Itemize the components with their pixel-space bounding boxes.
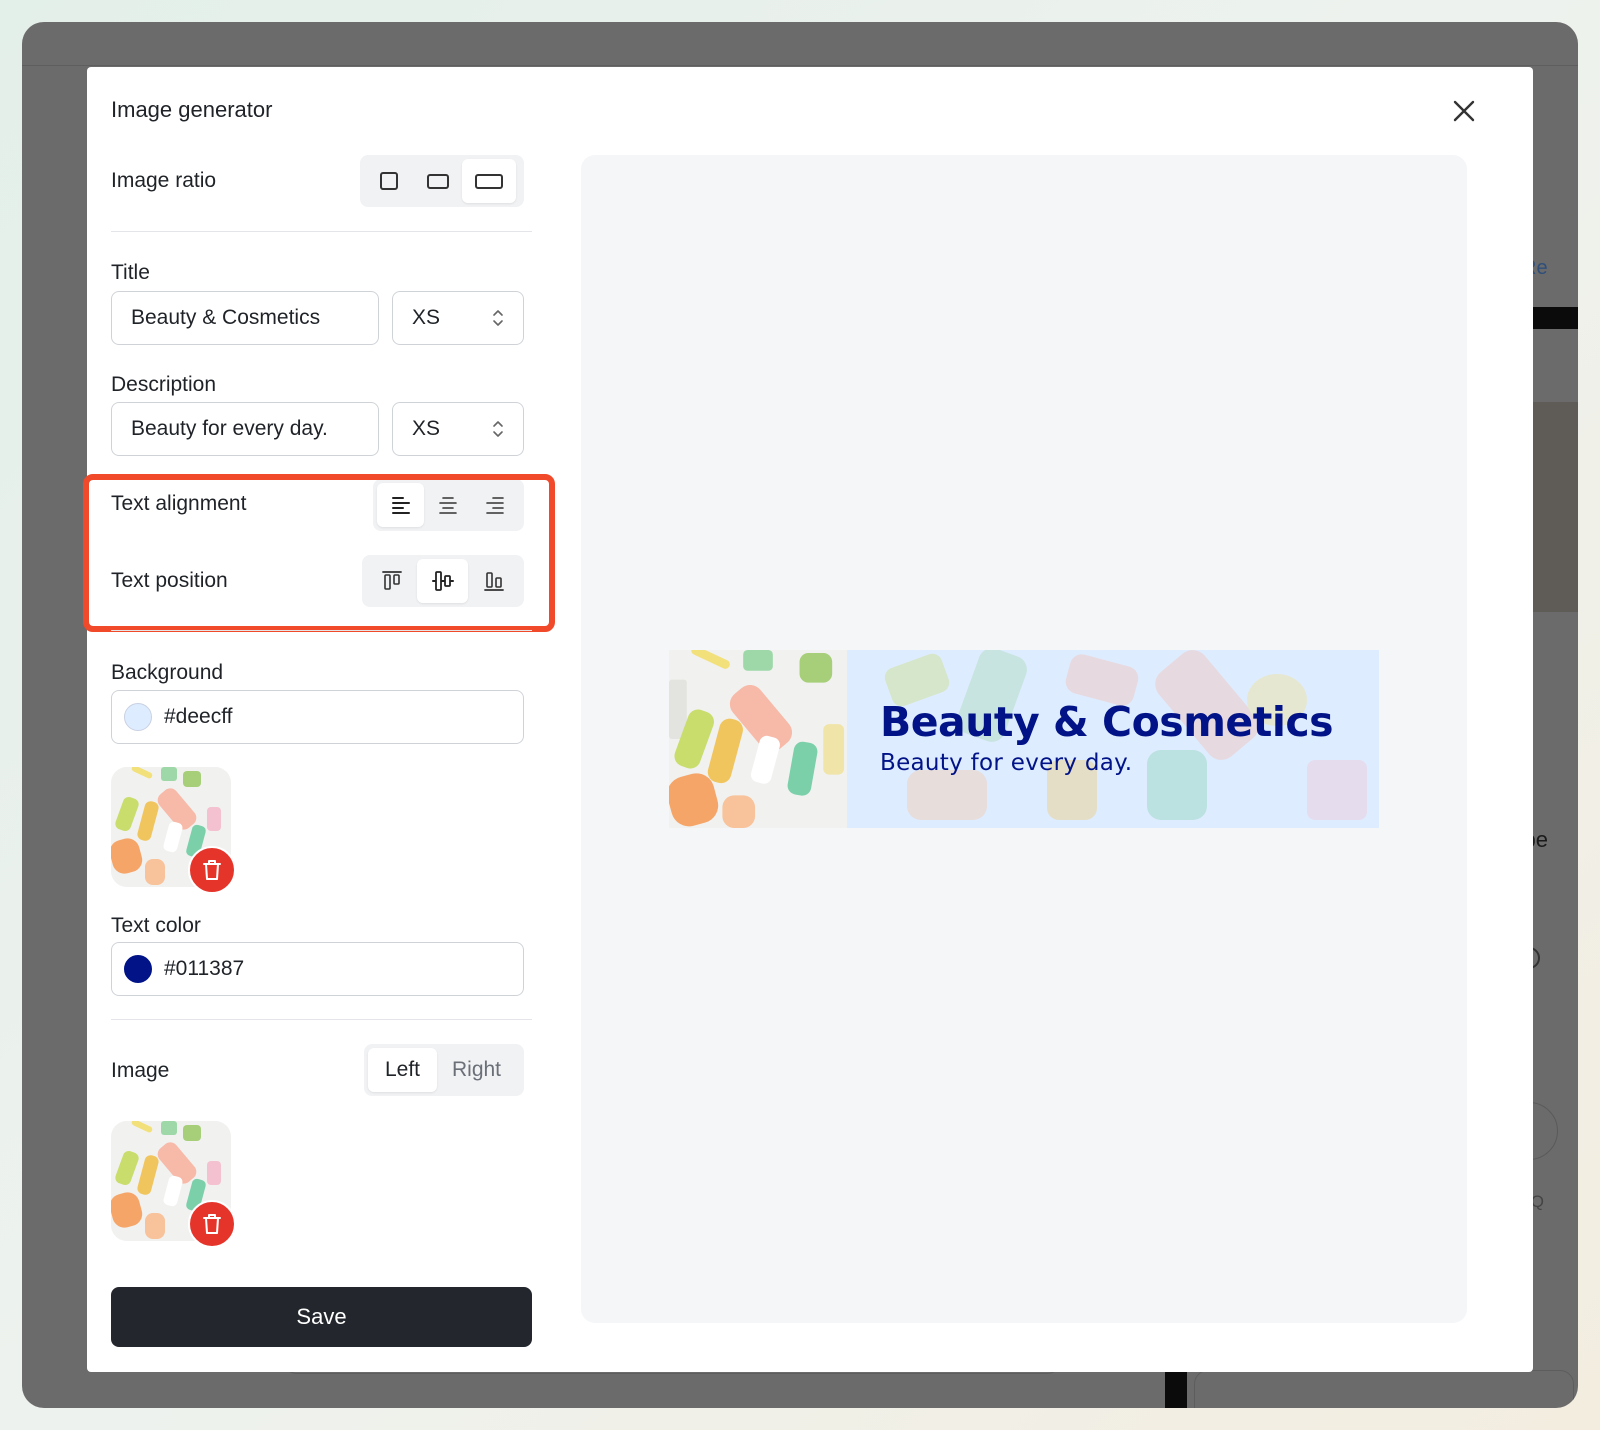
image-ratio-selector [360,155,524,207]
text-alignment-selector [373,479,524,531]
align-center-button[interactable] [424,483,471,527]
title-size-select[interactable]: XS [392,291,524,345]
cosmetics-image [669,650,847,828]
banner-description: Beauty for every day. [880,750,1133,776]
landscape-icon [426,174,449,189]
banner-title: Beauty & Cosmetics [880,698,1334,746]
wide-icon [475,174,503,189]
title-input[interactable]: Beauty & Cosmetics [111,291,379,345]
background-label: Background [111,661,224,684]
text-color-label: Text color [111,914,201,937]
text-position-label: Text position [111,569,228,592]
image-right-button[interactable]: Right [437,1048,516,1092]
description-label: Description [111,373,217,396]
trash-icon [203,1214,221,1234]
remove-background-image-button[interactable] [188,846,236,894]
square-icon [379,172,398,190]
bg-card [1194,1370,1574,1408]
text-position-selector [362,555,524,607]
bg-header-divider [22,65,1578,66]
divider [111,231,532,232]
title-size-value: XS [412,306,441,329]
background-color-swatch[interactable] [124,703,152,731]
ratio-square-button[interactable] [364,159,413,203]
save-button[interactable]: Save [111,1287,532,1347]
trash-icon [203,860,221,880]
description-input-value: Beauty for every day. [131,417,328,440]
align-right-button[interactable] [471,483,518,527]
align-middle-icon [431,571,454,591]
preview-panel: Beauty & Cosmetics Beauty for every day. [581,155,1467,1323]
title-input-value: Beauty & Cosmetics [131,306,321,329]
background-color-value: #deecff [164,705,233,728]
image-ratio-label: Image ratio [111,169,217,192]
position-middle-button[interactable] [417,559,468,603]
image-side-selector: Left Right [364,1044,524,1096]
divider [111,630,532,631]
position-top-button[interactable] [366,559,417,603]
align-bottom-icon [483,572,504,591]
description-size-select[interactable]: XS [392,402,524,456]
text-color-swatch[interactable] [124,955,152,983]
image-generator-modal: Image generator Image ratio Title Beauty… [83,67,1533,1372]
position-bottom-button[interactable] [468,559,519,603]
remove-side-image-button[interactable] [188,1200,236,1248]
ratio-wide-button[interactable] [462,159,516,203]
title-label: Title [111,261,150,284]
description-size-value: XS [412,417,441,440]
divider [111,1019,532,1020]
preview-banner: Beauty & Cosmetics Beauty for every day. [669,650,1379,828]
align-left-icon [391,497,410,514]
align-top-icon [381,571,402,590]
align-left-button[interactable] [377,483,424,527]
background-color-input[interactable]: #deecff [111,690,524,744]
ratio-landscape-button[interactable] [413,159,462,203]
close-icon[interactable] [1450,97,1478,125]
text-alignment-label: Text alignment [111,492,247,515]
modal-title: Image generator [111,97,273,122]
image-left-button[interactable]: Left [368,1048,437,1092]
text-color-input[interactable]: #011387 [111,942,524,996]
text-color-value: #011387 [164,957,245,980]
chevron-up-down-icon [493,310,503,326]
align-right-icon [485,497,504,514]
align-center-icon [438,497,457,514]
image-label: Image [111,1059,170,1082]
banner-image [669,650,847,828]
chevron-up-down-icon [493,421,503,437]
description-input[interactable]: Beauty for every day. [111,402,379,456]
